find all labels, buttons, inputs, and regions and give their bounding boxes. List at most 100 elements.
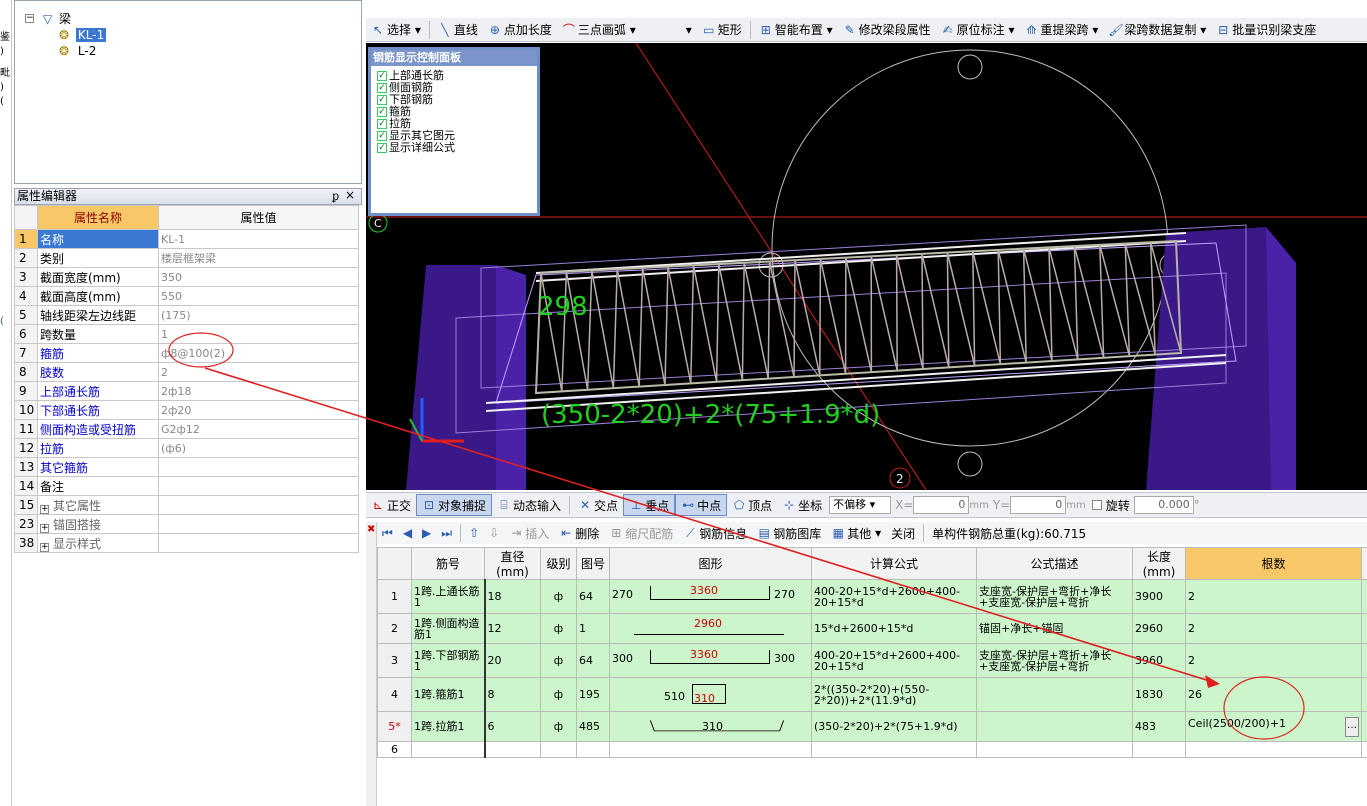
y-input[interactable]: 0: [1010, 496, 1067, 514]
grade-cell[interactable]: [540, 741, 577, 758]
property-row[interactable]: 15 + 其它属性: [14, 495, 359, 515]
formula-cell[interactable]: (350-2*20)+2*(75+1.9*d): [811, 711, 977, 742]
shape-cell[interactable]: [609, 741, 812, 758]
expand-icon[interactable]: +: [40, 504, 49, 514]
dynamic-input-toggle[interactable]: ⌸ 动态输入: [492, 494, 566, 516]
property-value-cell[interactable]: 1: [158, 324, 359, 344]
arc-mode-dropdown[interactable]: ▾: [641, 19, 697, 41]
rebar-row[interactable]: 3 1跨.下部钢筋1 20 ф 64 300 3360 300 400-20+15*d+2…: [377, 643, 1367, 678]
property-value-cell[interactable]: G2ф12: [158, 419, 359, 439]
expand-icon[interactable]: +: [40, 523, 49, 533]
rect-tool[interactable]: ▭ 矩形: [697, 19, 747, 41]
figure-cell[interactable]: 195: [576, 677, 610, 712]
rotate-input[interactable]: 0.000: [1133, 496, 1194, 514]
other-button[interactable]: ▦ 其他 ▾: [826, 522, 886, 544]
figure-cell[interactable]: 64: [576, 579, 610, 614]
length-cell[interactable]: 1830: [1132, 677, 1186, 712]
property-row[interactable]: 23 + 锚固搭接: [14, 514, 359, 534]
property-row[interactable]: 13 其它箍筋: [14, 457, 359, 477]
formula-cell[interactable]: 400-20+15*d+2600+400-20+15*d: [811, 643, 977, 678]
display-option[interactable]: ✓ 显示详细公式: [371, 142, 537, 154]
checkbox-checked-icon[interactable]: ✓: [377, 107, 387, 117]
shape-cell[interactable]: 300 3360 300: [609, 643, 812, 678]
close-icon[interactable]: ×: [345, 188, 355, 203]
diameter-cell[interactable]: 8: [484, 677, 541, 712]
prev-record-button[interactable]: ◀: [398, 522, 417, 544]
last-record-button[interactable]: ⏭: [436, 522, 457, 544]
bar-no-cell[interactable]: 1跨.箍筋1: [411, 677, 486, 712]
batch-identify-tool[interactable]: ⊟ 批量识别梁支座: [1211, 19, 1321, 41]
figure-cell[interactable]: 64: [576, 643, 610, 678]
rotate-checkbox[interactable]: [1091, 500, 1102, 510]
length-cell[interactable]: 3900: [1132, 579, 1186, 614]
property-value-cell[interactable]: [158, 495, 359, 515]
expand-icon[interactable]: +: [40, 542, 49, 552]
diameter-cell[interactable]: 12: [484, 613, 541, 644]
length-cell[interactable]: 2960: [1132, 613, 1186, 644]
smart-layout-tool[interactable]: ⊞ 智能布置 ▾: [754, 19, 838, 41]
rebar-row[interactable]: 4 1跨.箍筋1 8 ф 195 510 310 2*((350-2*20)+(550-2…: [377, 677, 1367, 712]
description-cell[interactable]: [976, 677, 1133, 712]
rebar-row[interactable]: 5* 1跨.拉筋1 6 ф 485 310 (350-2*20)+2*(75+1.9*d)…: [377, 711, 1367, 742]
property-value-cell[interactable]: 550: [158, 286, 359, 306]
figure-cell[interactable]: 485: [576, 711, 610, 742]
pin-icon[interactable]: ᵱ: [332, 189, 339, 204]
line-tool[interactable]: ╲ 直线: [433, 19, 483, 41]
property-value-cell[interactable]: ф8@100(2): [158, 343, 359, 363]
formula-cell[interactable]: [811, 741, 977, 758]
property-row[interactable]: 14 备注: [14, 476, 359, 496]
select-tool[interactable]: ↖ 选择 ▾: [366, 19, 426, 41]
diameter-cell[interactable]: 20: [484, 643, 541, 678]
re-extract-span-tool[interactable]: ⟰ 重提梁跨 ▾: [1020, 19, 1104, 41]
shape-cell[interactable]: 510 310: [609, 677, 812, 712]
coordinate-snap[interactable]: ⊹ 坐标: [777, 494, 827, 516]
shape-cell[interactable]: 2960: [609, 613, 812, 644]
figure-cell[interactable]: [576, 741, 610, 758]
property-value-cell[interactable]: 楼层框架梁: [158, 248, 359, 268]
checkbox-checked-icon[interactable]: ✓: [377, 131, 387, 141]
tree-item-l2[interactable]: ❂ L-2: [59, 43, 96, 59]
property-value-cell[interactable]: (175): [158, 305, 359, 325]
collapse-icon[interactable]: −: [25, 14, 34, 23]
length-cell[interactable]: [1132, 741, 1186, 758]
checkbox-checked-icon[interactable]: ✓: [377, 119, 387, 129]
count-cell[interactable]: 2: [1185, 643, 1362, 678]
figure-cell[interactable]: 1: [576, 613, 610, 644]
diameter-cell[interactable]: 18: [484, 579, 541, 614]
close-button[interactable]: 关闭: [886, 522, 920, 544]
rebar-row[interactable]: 6: [377, 741, 1367, 758]
grade-cell[interactable]: ф: [540, 643, 577, 678]
property-row[interactable]: 38 + 显示样式: [14, 533, 359, 553]
vertex-snap[interactable]: ⬠ 顶点: [727, 494, 777, 516]
offset-mode-select[interactable]: 不偏移 ▾: [829, 496, 892, 514]
ellipsis-button[interactable]: …: [1345, 716, 1359, 737]
length-cell[interactable]: 483: [1132, 711, 1186, 742]
property-value-cell[interactable]: 2ф18: [158, 381, 359, 401]
description-cell[interactable]: [976, 741, 1133, 758]
property-row[interactable]: 7 箍筋 ф8@100(2): [14, 343, 359, 363]
x-input[interactable]: 0: [913, 496, 970, 514]
shape-cell[interactable]: 310: [609, 711, 812, 742]
formula-cell[interactable]: 400-20+15*d+2600+400-20+15*d: [811, 579, 977, 614]
count-cell[interactable]: 26: [1185, 677, 1362, 712]
property-row[interactable]: 12 拉筋 (ф6): [14, 438, 359, 458]
property-row[interactable]: 6 跨数量 1: [14, 324, 359, 344]
property-row[interactable]: 4 截面高度(mm) 550: [14, 286, 359, 306]
copy-span-tool[interactable]: 🖌 梁跨数据复制 ▾: [1103, 19, 1211, 41]
intersection-snap[interactable]: ✕ 交点: [573, 494, 623, 516]
grade-cell[interactable]: ф: [540, 613, 577, 644]
arc3-tool[interactable]: ⌒ 三点画弧 ▾: [557, 19, 641, 41]
checkbox-checked-icon[interactable]: ✓: [377, 143, 387, 153]
in-place-label-tool[interactable]: ✍ 原位标注 ▾: [936, 19, 1020, 41]
next-record-button[interactable]: ▶: [417, 522, 436, 544]
property-value-cell[interactable]: [158, 457, 359, 477]
property-value-cell[interactable]: 2: [158, 362, 359, 382]
bar-no-cell[interactable]: 1跨.下部钢筋1: [411, 643, 486, 678]
grade-cell[interactable]: ф: [540, 711, 577, 742]
property-value-cell[interactable]: 2ф20: [158, 400, 359, 420]
rebar-row[interactable]: 1 1跨.上通长筋1 18 ф 64 270 3360 270 400-20+15*d+2…: [377, 579, 1367, 614]
diameter-cell[interactable]: 6: [484, 711, 541, 742]
checkbox-checked-icon[interactable]: ✓: [377, 71, 387, 81]
formula-cell[interactable]: 15*d+2600+15*d: [811, 613, 977, 644]
property-value-cell[interactable]: 350: [158, 267, 359, 287]
